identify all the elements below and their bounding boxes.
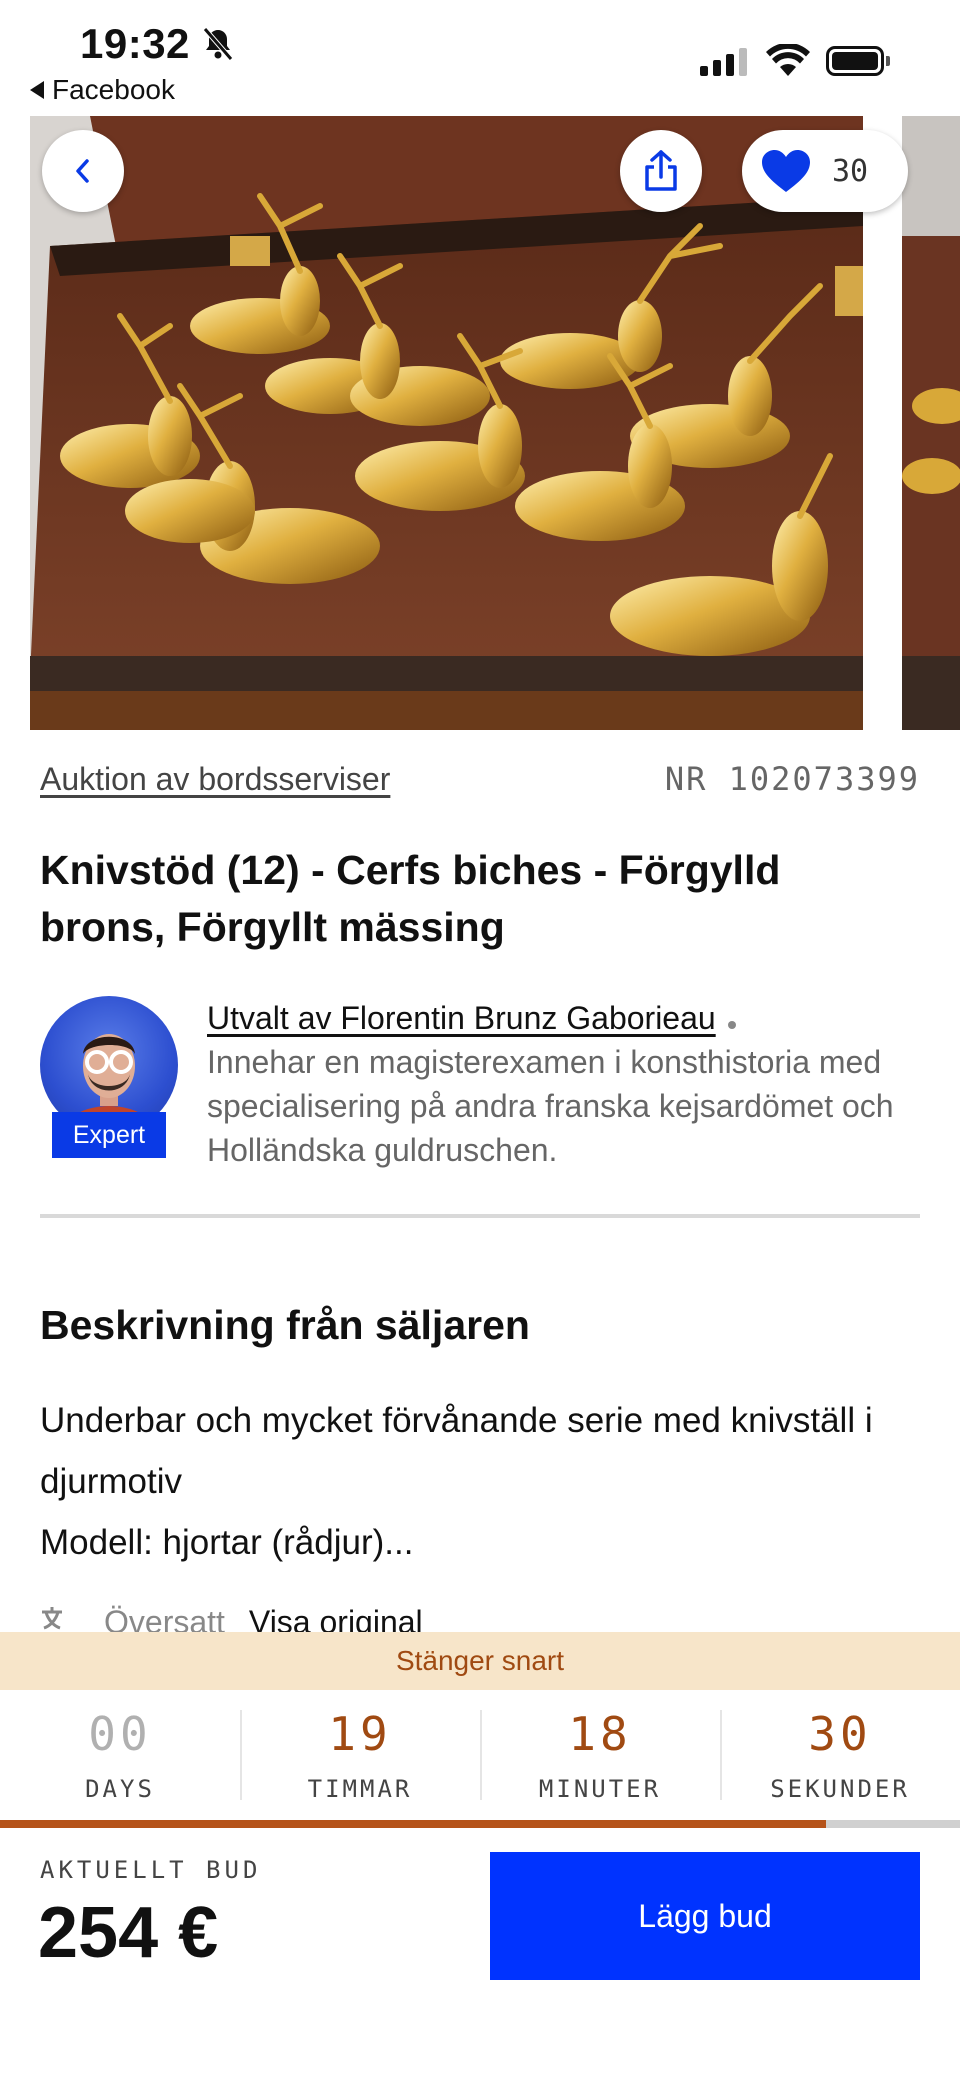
minutes-label: MINUTER	[538, 1775, 662, 1803]
lot-number: NR 102073399	[664, 760, 920, 798]
lot-title: Knivstöd (12) - Cerfs biches - Förgylld …	[40, 847, 781, 950]
expert-name-link[interactable]: Utvalt av Florentin Brunz Gaborieau	[207, 1000, 716, 1036]
lot-photo[interactable]	[30, 116, 863, 730]
countdown-minutes: 18 MINUTER	[480, 1690, 720, 1820]
closing-soon-banner: Stänger snart	[0, 1632, 960, 1690]
show-original-link[interactable]: Visa original	[249, 1604, 423, 1632]
translate-icon	[42, 1607, 62, 1630]
place-bid-button[interactable]: Lägg bud	[490, 1852, 920, 1980]
separator-dot	[727, 1020, 736, 1029]
expert-section: Expert Utvalt av Florentin Brunz Gaborie…	[40, 996, 920, 1176]
back-button[interactable]	[42, 130, 124, 212]
description-line: Underbar och mycket förvånande serie med…	[40, 1401, 873, 1501]
expert-badge: Expert	[52, 1112, 166, 1158]
current-bid-amount: 254 €	[38, 1893, 219, 1973]
bid-area: AKTUELLT BUD 254 € Lägg bud	[0, 1828, 960, 2078]
share-button[interactable]	[620, 130, 702, 212]
auction-progress-bar	[0, 1820, 960, 1828]
category-row: Auktion av bordsserviser NR 102073399	[40, 760, 920, 798]
current-bid-label: AKTUELLT BUD	[40, 1856, 262, 1884]
favorite-count: 30	[832, 153, 869, 189]
description-heading: Beskrivning från säljaren	[40, 1302, 530, 1348]
chevron-left-icon	[76, 159, 89, 183]
seconds-value: 30	[808, 1707, 872, 1761]
status-bar: 19:32 Facebook	[0, 0, 960, 116]
days-value: 00	[88, 1707, 152, 1761]
back-to-app-link[interactable]: Facebook	[30, 74, 175, 106]
days-label: DAYS	[85, 1775, 155, 1803]
expert-text: Utvalt av Florentin Brunz Gaborieau Inne…	[207, 996, 927, 1172]
image-gallery[interactable]: 30	[30, 116, 960, 730]
battery-icon	[826, 46, 884, 76]
battery-tip	[886, 56, 890, 66]
wifi-icon	[766, 44, 810, 76]
auction-progress-fill	[0, 1820, 826, 1828]
countdown-hours: 19 TIMMAR	[240, 1690, 480, 1820]
status-time: 19:32	[80, 20, 190, 67]
hours-label: TIMMAR	[307, 1775, 413, 1803]
countdown: 00 DAYS 19 TIMMAR 18 MINUTER 30 SEKUNDER	[0, 1690, 960, 1820]
share-icon	[645, 150, 677, 191]
section-divider	[40, 1214, 920, 1218]
countdown-seconds: 30 SEKUNDER	[720, 1690, 960, 1820]
bell-muted-icon	[203, 27, 233, 61]
description-text: Underbar och mycket förvånande serie med…	[40, 1390, 920, 1573]
category-link[interactable]: Auktion av bordsserviser	[40, 761, 390, 798]
next-photo-preview[interactable]	[902, 116, 960, 730]
translation-row: Översatt Visa original	[40, 1604, 423, 1632]
favorite-button[interactable]: 30	[742, 130, 908, 212]
back-triangle-icon	[30, 81, 44, 99]
expert-bio: Innehar en magisterexamen i konsthistori…	[207, 1044, 894, 1168]
countdown-days: 00 DAYS	[0, 1690, 240, 1820]
back-app-label: Facebook	[52, 74, 175, 105]
minutes-value: 18	[568, 1707, 632, 1761]
hours-value: 19	[328, 1707, 392, 1761]
translated-label: Översatt	[104, 1604, 225, 1632]
heart-icon	[762, 150, 810, 192]
cellular-signal-icon	[700, 48, 747, 76]
seconds-label: SEKUNDER	[770, 1775, 910, 1803]
description-line: Modell: hjortar (rådjur)...	[40, 1523, 414, 1562]
